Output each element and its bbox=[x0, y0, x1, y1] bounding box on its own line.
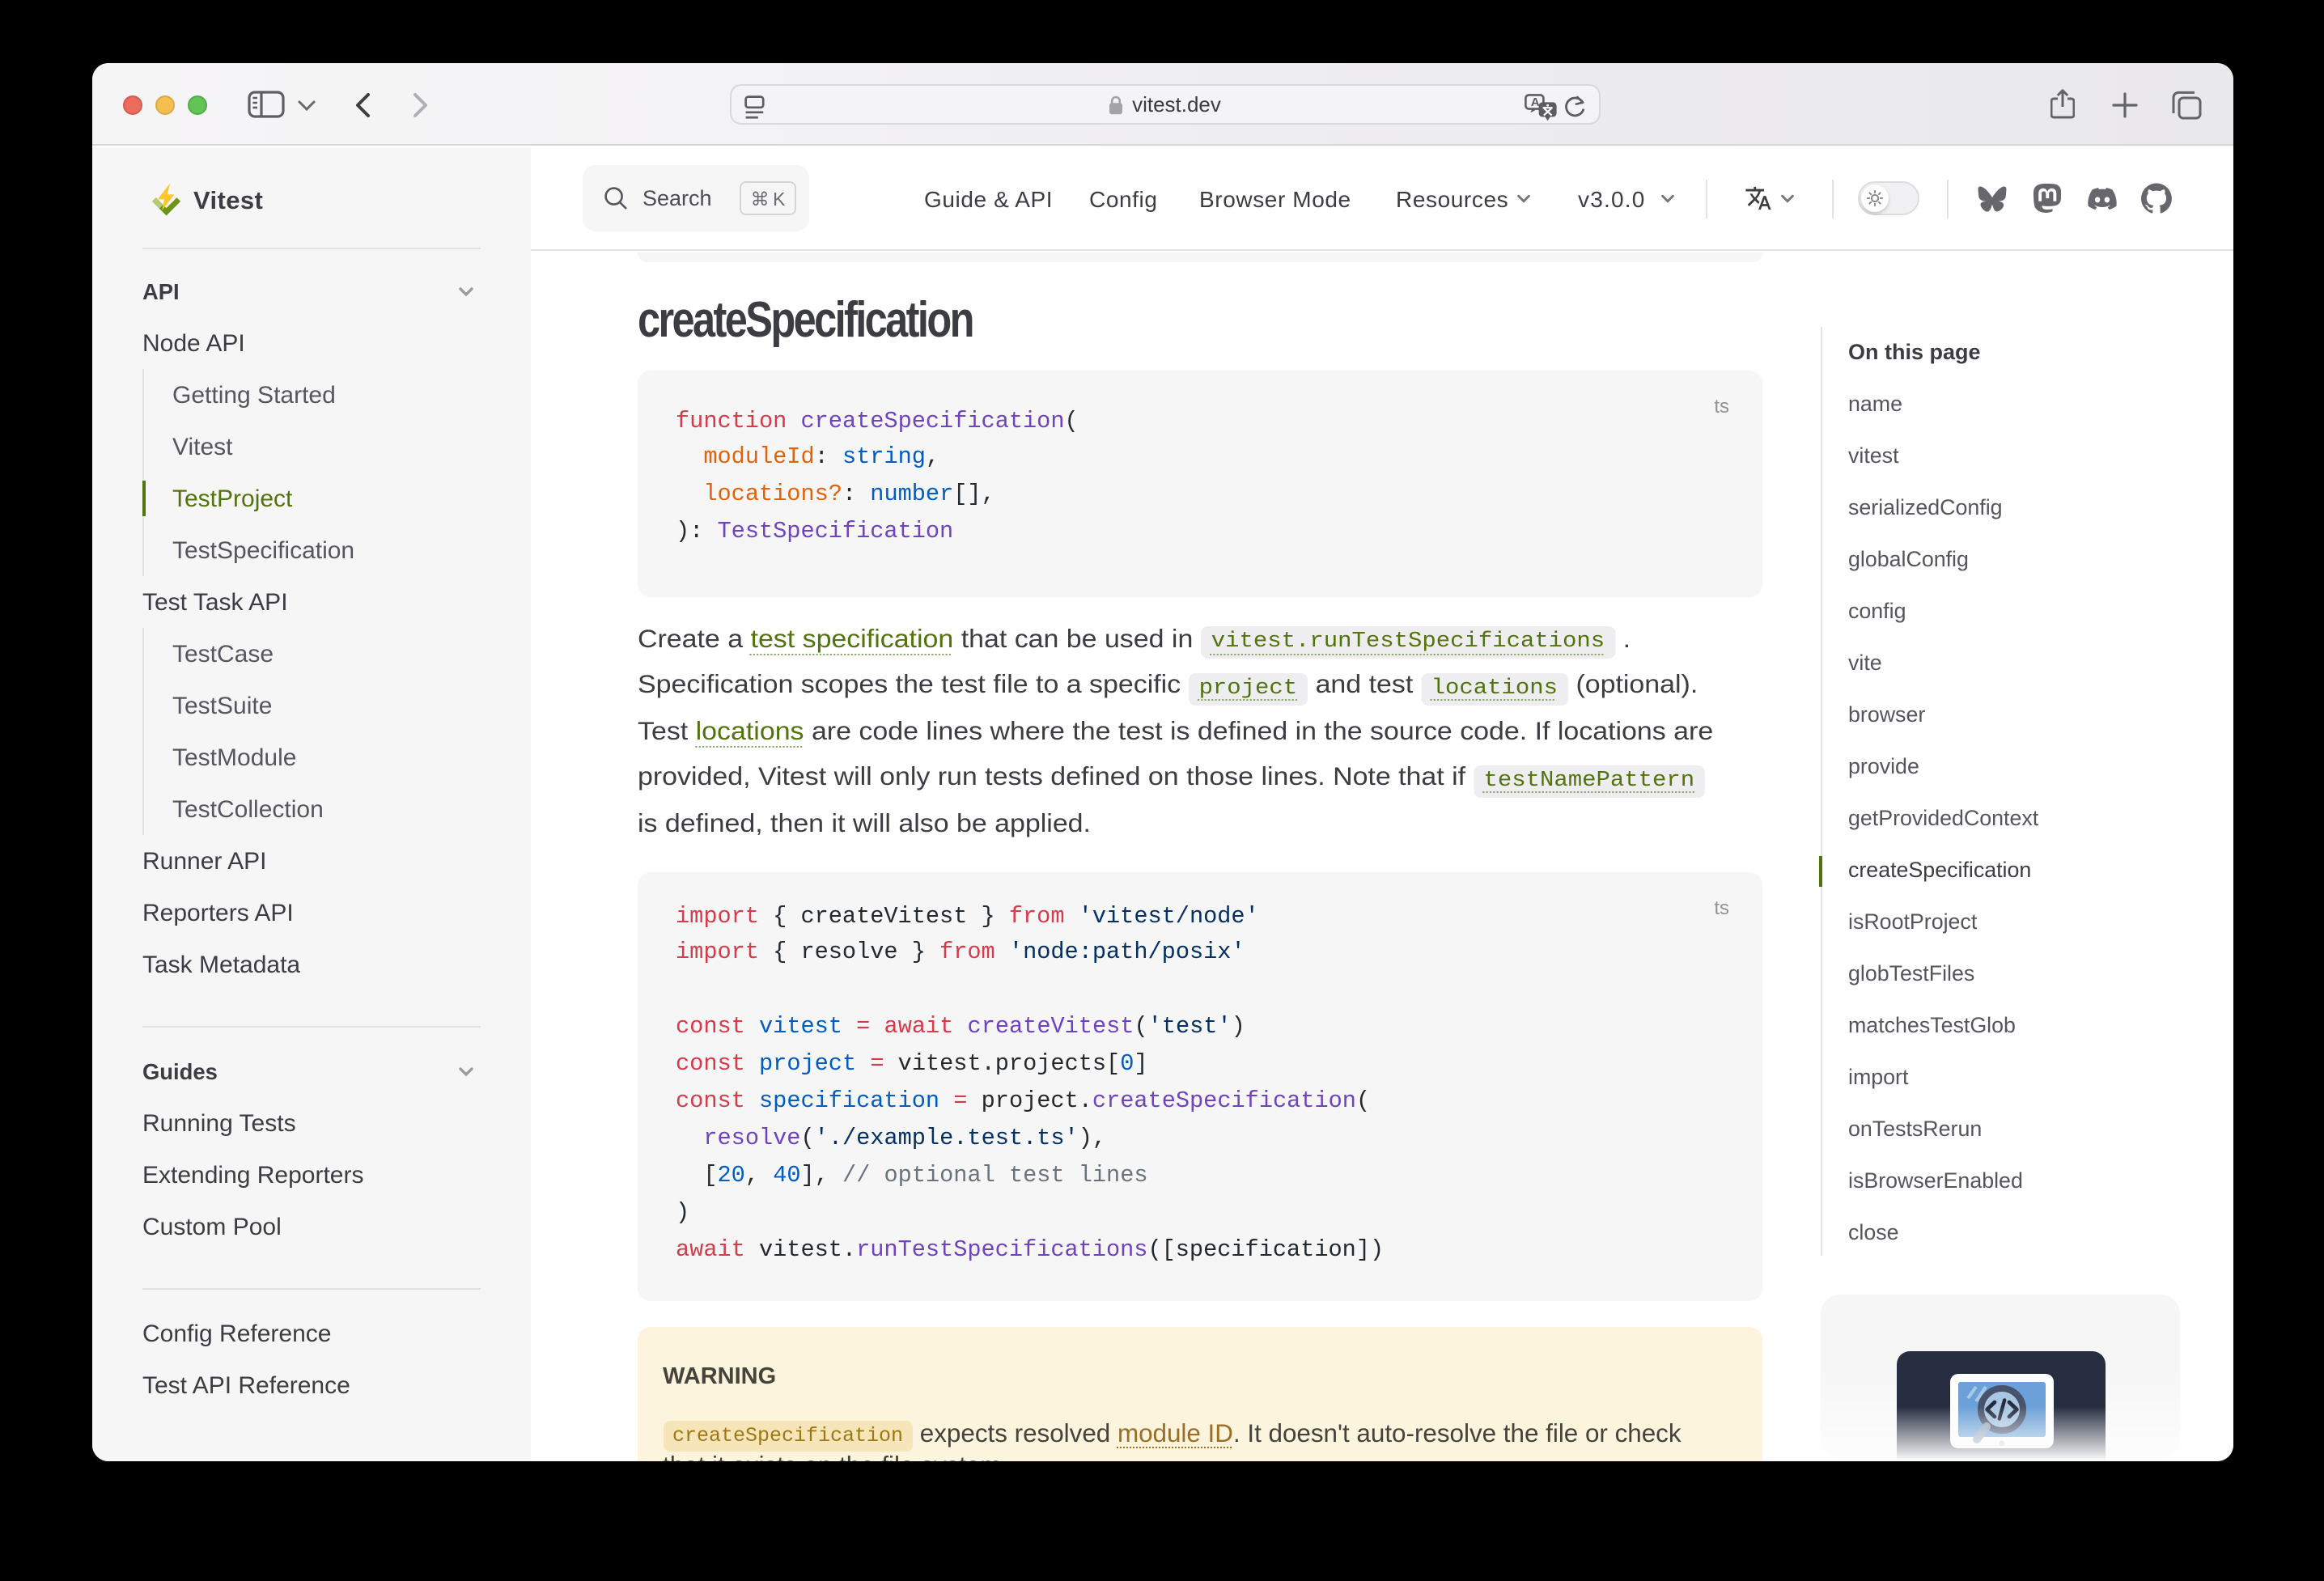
svg-text:A: A bbox=[1530, 95, 1539, 109]
